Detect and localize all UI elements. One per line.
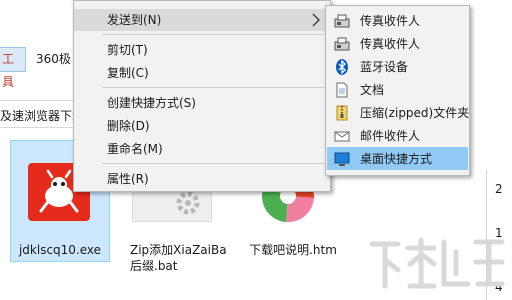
details-char-top: 2 [495,182,503,196]
send-to-submenu: 传真收件人 传真收件人 蓝牙设备 文档 压缩(zipped)文件夹 邮件收件人 … [325,5,470,176]
address-text: 及速浏览器下载 [0,109,85,123]
menu-item-label: 发送到(N) [107,13,162,27]
send-to-mail-recipient[interactable]: 邮件收件人 [327,124,468,147]
menu-separator [102,163,328,164]
menu-item-properties[interactable]: 属性(R) [74,168,330,190]
send-to-label: 文档 [360,83,385,97]
menu-item-delete[interactable]: 删除(D) [74,115,330,137]
menu-item-label: 删除(D) [107,119,150,133]
menu-item-label: 剪切(T) [107,43,148,57]
document-icon [336,82,348,98]
send-to-bluetooth[interactable]: 蓝牙设备 [327,55,468,78]
fax-icon [334,37,350,51]
menu-item-label: 属性(R) [107,172,149,186]
send-to-fax-recipient[interactable]: 传真收件人 [327,32,468,55]
send-to-label: 传真收件人 [360,37,421,51]
send-to-desktop-shortcut[interactable]: 桌面快捷方式 [327,147,468,170]
file-name-exe: jdklscq10.exe [18,243,102,257]
tab-tools[interactable]: 工具 [0,47,26,89]
send-to-label: 邮件收件人 [360,129,421,143]
bluetooth-icon [336,59,348,75]
menu-item-label: 重命名(M) [107,142,163,156]
menu-item-rename[interactable]: 重命名(M) [74,138,330,160]
fax-icon [334,14,350,28]
send-to-label: 传真收件人 [360,14,421,28]
file-name-htm: 下载吧说明.htm [249,243,337,257]
tab-360[interactable]: 360极 [36,49,71,69]
send-to-label: 压缩(zipped)文件夹 [360,106,470,120]
menu-item-cut[interactable]: 剪切(T) [74,39,330,61]
desktop-icon [334,152,350,166]
menu-item-send-to[interactable]: 发送到(N) [74,9,330,31]
send-to-label: 蓝牙设备 [360,60,409,74]
file-name-bat: Zip添加XiaZaiBa后缀.bat [130,243,227,273]
context-menu: 发送到(N) 剪切(T) 复制(C) 创建快捷方式(S) 删除(D) 重命名(M… [73,0,331,192]
menu-item-label: 创建快捷方式(S) [107,96,196,110]
menu-item-copy[interactable]: 复制(C) [74,62,330,84]
chevron-right-icon [312,13,320,27]
send-to-documents[interactable]: 文档 [327,78,468,101]
mail-icon [334,131,350,142]
send-to-zip-folder[interactable]: 压缩(zipped)文件夹 [327,101,470,124]
menu-separator [102,87,328,88]
zip-folder-icon [336,105,348,121]
menu-item-create-shortcut[interactable]: 创建快捷方式(S) [74,92,330,114]
menu-item-label: 复制(C) [107,66,149,80]
send-to-fax-recipient[interactable]: 传真收件人 [327,9,468,32]
site-watermark-logo [368,230,508,296]
send-to-label: 桌面快捷方式 [360,152,433,166]
menu-separator [102,34,328,35]
